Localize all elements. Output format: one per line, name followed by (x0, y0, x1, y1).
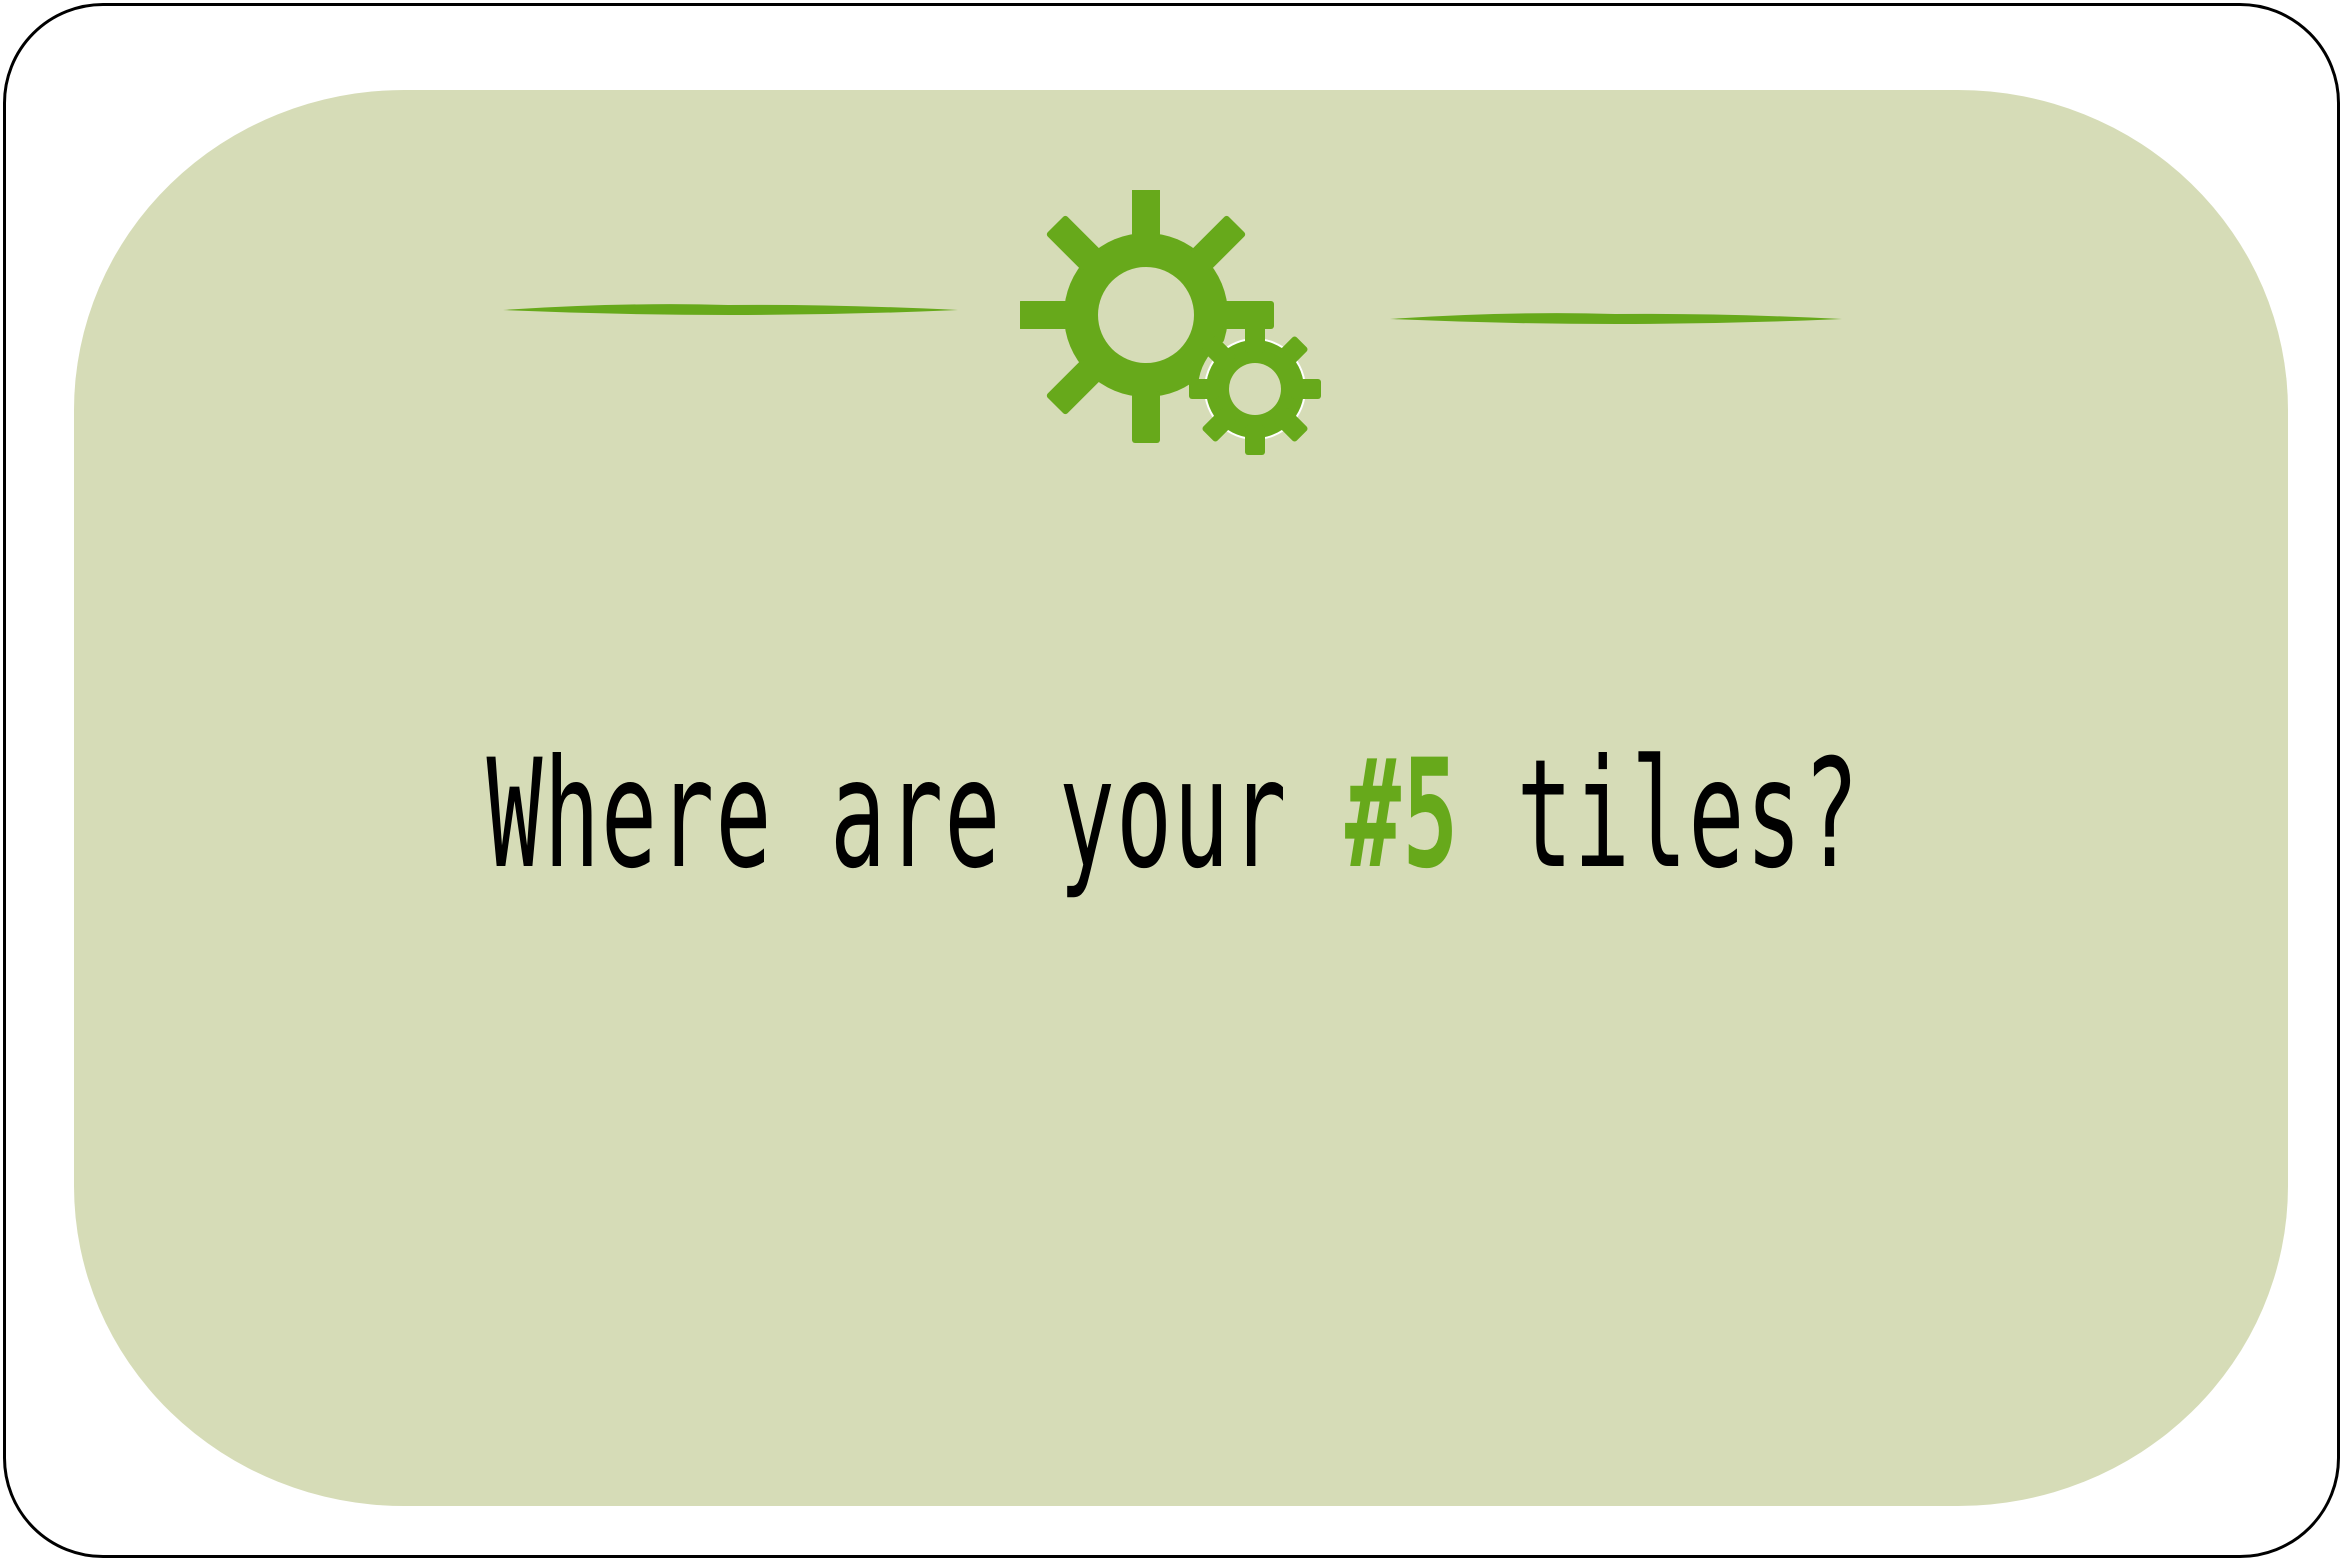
question-text: Where are your #5 tiles? (446, 725, 1901, 905)
right-divider (1390, 313, 1842, 324)
left-divider (503, 304, 958, 315)
gears-icon (1020, 190, 1321, 455)
question-prefix: Where are your (486, 728, 1346, 902)
tile-number-highlight: #5 (1345, 728, 1460, 902)
question-suffix: tiles? (1459, 728, 1861, 902)
